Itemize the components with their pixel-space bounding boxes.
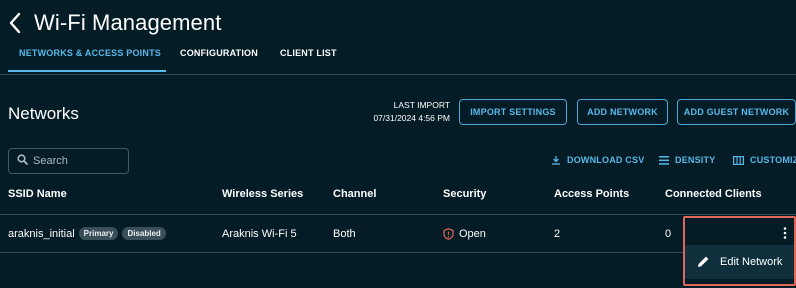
columns-icon <box>733 155 744 165</box>
add-network-button[interactable]: ADD NETWORK <box>577 99 668 125</box>
primary-badge: Primary <box>78 227 119 240</box>
search-placeholder: Search <box>33 155 68 167</box>
import-settings-button[interactable]: IMPORT SETTINGS <box>459 99 567 125</box>
tab-networks-access-points[interactable]: NETWORKS & ACCESS POINTS <box>19 48 161 58</box>
last-import-value: 07/31/2024 4:56 PM <box>373 113 450 123</box>
download-csv-button[interactable]: DOWNLOAD CSV <box>551 155 644 165</box>
highlight-box <box>683 216 796 286</box>
customize-label: CUSTOMIZ <box>750 155 796 165</box>
search-icon <box>17 154 28 168</box>
search-input[interactable]: Search <box>8 148 129 174</box>
connected-clients-cell: 0 <box>665 228 672 240</box>
section-title: Networks <box>8 104 79 123</box>
last-import: LAST IMPORT 07/31/2024 4:56 PM <box>356 99 450 125</box>
column-header-channel[interactable]: Channel <box>333 188 376 200</box>
density-label: DENSITY <box>675 155 716 165</box>
shield-warning-icon <box>443 228 454 240</box>
tabs-divider <box>0 74 796 75</box>
ssid-cell: araknis_initial Primary Disabled <box>8 227 166 240</box>
channel-cell: Both <box>333 228 356 240</box>
download-csv-label: DOWNLOAD CSV <box>567 155 645 165</box>
column-header-wireless-series[interactable]: Wireless Series <box>222 188 303 200</box>
tab-configuration[interactable]: CONFIGURATION <box>180 48 258 58</box>
ssid-name: araknis_initial <box>8 228 75 240</box>
density-button[interactable]: DENSITY <box>659 155 715 165</box>
density-icon <box>659 155 669 165</box>
column-header-ssid[interactable]: SSID Name <box>8 188 67 200</box>
access-points-cell: 2 <box>554 228 561 240</box>
disabled-badge: Disabled <box>122 227 166 240</box>
column-header-security[interactable]: Security <box>443 188 486 200</box>
page-title: Wi-Fi Management <box>34 10 222 35</box>
title-bar: Wi-Fi Management <box>8 8 221 38</box>
last-import-label: LAST IMPORT <box>393 100 450 110</box>
active-tab-indicator <box>8 70 166 72</box>
security-cell: Open <box>443 228 486 240</box>
row-divider <box>0 252 683 253</box>
column-header-connected-clients[interactable]: Connected Clients <box>665 188 762 200</box>
column-header-access-points[interactable]: Access Points <box>554 188 629 200</box>
security-value: Open <box>459 228 486 240</box>
chevron-left-icon[interactable] <box>8 10 30 36</box>
wireless-series-cell: Araknis Wi-Fi 5 <box>222 228 297 240</box>
add-guest-network-button[interactable]: ADD GUEST NETWORK <box>677 99 796 125</box>
tab-client-list[interactable]: CLIENT LIST <box>280 48 337 58</box>
download-icon <box>552 156 560 165</box>
customize-button[interactable]: CUSTOMIZ <box>733 155 796 165</box>
